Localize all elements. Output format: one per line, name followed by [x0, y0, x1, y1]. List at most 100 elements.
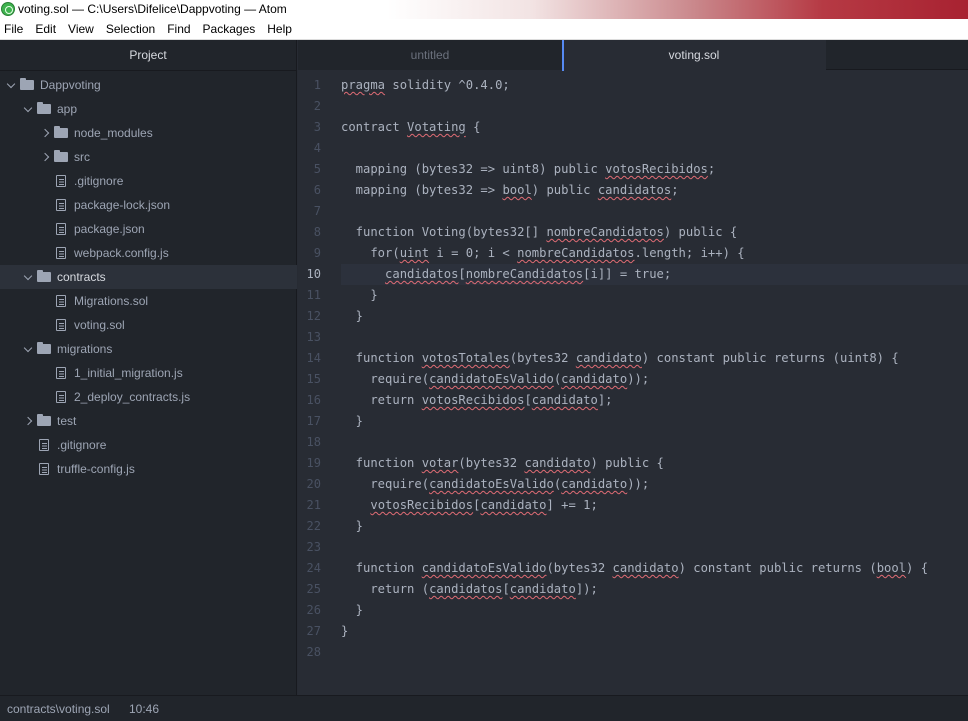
code-line[interactable]: mapping (bytes32 => bool) public candida… [341, 180, 679, 201]
chevron-down-icon[interactable] [23, 337, 33, 361]
spellcheck-underline: bool [876, 561, 907, 575]
line-number: 15 [306, 372, 321, 386]
folder-icon [37, 342, 51, 354]
code-line[interactable]: function votosTotales(bytes32 candidato)… [341, 348, 899, 369]
code-line[interactable]: function candidatoEsValido(bytes32 candi… [341, 558, 928, 579]
tree-item-1-initial-migration-js[interactable]: 1_initial_migration.js [0, 361, 297, 385]
spellcheck-underline: votosRecibidos [370, 498, 474, 512]
chevron-down-icon[interactable] [6, 73, 16, 97]
spellcheck-underline: votar [421, 456, 459, 470]
code-area[interactable]: pragma solidity ^0.4.0; contract Votating… [341, 70, 968, 695]
chevron-down-icon[interactable] [23, 265, 33, 289]
code-line[interactable]: } [341, 621, 348, 642]
folder-icon [54, 126, 68, 138]
tree-item-label: .gitignore [74, 174, 124, 188]
folder-icon [37, 414, 51, 426]
menu-help[interactable]: Help [261, 19, 298, 39]
spellcheck-underline: bool [502, 183, 532, 197]
code-line[interactable]: function votar(bytes32 candidato) public… [341, 453, 664, 474]
line-number-gutter[interactable]: 1 2 3 4 5 6 7 8 9 10 11 12 13 14 15 16 17 18 19 20 21 22 23 24 2… [298, 70, 332, 695]
tab-voting-sol[interactable]: voting.sol [562, 40, 826, 71]
tree-item-truffle-config-js[interactable]: truffle-config.js [0, 457, 297, 481]
line-number: 13 [306, 330, 321, 344]
menu-view[interactable]: View [62, 19, 100, 39]
code-line[interactable]: return (candidatos[candidato]); [341, 579, 598, 600]
menu-file[interactable]: File [0, 19, 29, 39]
chevron-right-icon[interactable] [41, 121, 51, 145]
editor-pane[interactable]: untitled voting.sol 1 2 3 4 5 6 7 8 9 10 11 12 13 14 1… [298, 40, 968, 695]
code-line[interactable]: } [341, 285, 377, 306]
tree-item-label: package-lock.json [74, 198, 171, 212]
atom-logo-icon [1, 2, 15, 16]
code-line[interactable]: mapping (bytes32 => uint8) public votosR… [341, 159, 716, 180]
tree-item-dappvoting[interactable]: Dappvoting [0, 73, 297, 97]
line-number: 21 [306, 498, 321, 512]
spellcheck-underline: candidato [561, 477, 628, 491]
tree-item-src[interactable]: src [0, 145, 297, 169]
tree-item-label: app [57, 102, 78, 116]
code-line[interactable]: for(uint i = 0; i < nombreCandidatos.len… [341, 243, 744, 264]
code-line[interactable]: } [341, 306, 363, 327]
file-text-icon [56, 295, 66, 307]
line-number: 17 [306, 414, 321, 428]
menu-selection[interactable]: Selection [100, 19, 161, 39]
spellcheck-underline: nombreCandidatos [546, 225, 664, 239]
tree-item-migrations[interactable]: migrations [0, 337, 297, 361]
tree-item-gitignore[interactable]: .gitignore [0, 433, 297, 457]
spellcheck-underline: candidato [612, 561, 679, 575]
tree-item-test[interactable]: test [0, 409, 297, 433]
file-text-icon [56, 199, 66, 211]
tree-item-2-deploy-contracts-js[interactable]: 2_deploy_contracts.js [0, 385, 297, 409]
spellcheck-underline: candidato [509, 582, 576, 596]
line-number: 7 [313, 204, 321, 218]
chevron-down-icon[interactable] [23, 97, 33, 121]
line-number: 18 [306, 435, 321, 449]
spellcheck-underline: uint [399, 246, 430, 260]
status-cursor-position[interactable]: 10:46 [129, 696, 159, 721]
tree-item-package-json[interactable]: package.json [0, 217, 297, 241]
tree-item-webpack-config-js[interactable]: webpack.config.js [0, 241, 297, 265]
code-line[interactable]: pragma solidity ^0.4.0; [341, 75, 510, 96]
code-line[interactable]: contract Votating { [341, 117, 480, 138]
tree-item-label: contracts [57, 270, 106, 284]
code-line[interactable]: votosRecibidos[candidato] += 1; [341, 495, 598, 516]
tree-item-label: Dappvoting [40, 78, 101, 92]
line-number: 22 [306, 519, 321, 533]
tree-item-voting-sol[interactable]: voting.sol [0, 313, 297, 337]
code-line[interactable]: require(candidatoEsValido(candidato)); [341, 369, 649, 390]
menu-packages[interactable]: Packages [197, 19, 262, 39]
folder-icon [37, 270, 51, 282]
code-line[interactable]: require(candidatoEsValido(candidato)); [341, 474, 649, 495]
tree-item-contracts[interactable]: contracts [0, 265, 297, 289]
tree-item-label: src [74, 150, 90, 164]
spellcheck-underline: candidato [561, 372, 628, 386]
tree-item-gitignore[interactable]: .gitignore [0, 169, 297, 193]
code-line[interactable]: } [341, 411, 363, 432]
tree-item-label: migrations [57, 342, 113, 356]
tree-item-app[interactable]: app [0, 97, 297, 121]
spellcheck-underline: candidato [531, 393, 598, 407]
folder-icon [37, 102, 51, 114]
code-line[interactable]: } [341, 600, 363, 621]
line-number: 1 [313, 78, 321, 92]
file-text-icon [56, 175, 66, 187]
menu-find[interactable]: Find [161, 19, 196, 39]
tab-untitled[interactable]: untitled [298, 40, 562, 70]
spellcheck-underline: candidato [524, 456, 591, 470]
tree-item-node-modules[interactable]: node_modules [0, 121, 297, 145]
chevron-right-icon[interactable] [41, 145, 51, 169]
status-file-path[interactable]: contracts\voting.sol [7, 696, 110, 721]
tree-item-label: 1_initial_migration.js [74, 366, 183, 380]
menu-edit[interactable]: Edit [29, 19, 62, 39]
line-number: 12 [306, 309, 321, 323]
tree-item-package-lock-json[interactable]: package-lock.json [0, 193, 297, 217]
title-bar: voting.sol — C:\Users\Difelice\Dappvotin… [0, 0, 968, 19]
chevron-right-icon[interactable] [24, 409, 34, 433]
code-line[interactable]: function Voting(bytes32[] nombreCandidat… [341, 222, 738, 243]
code-line[interactable]: candidatos[nombreCandidatos[i]] = true; [341, 264, 671, 285]
code-line[interactable]: } [341, 516, 363, 537]
spellcheck-underline: votosRecibidos [421, 393, 525, 407]
code-line[interactable]: return votosRecibidos[candidato]; [341, 390, 612, 411]
tree-item-migrations-sol[interactable]: Migrations.sol [0, 289, 297, 313]
spellcheck-underline: Votating [407, 120, 466, 134]
